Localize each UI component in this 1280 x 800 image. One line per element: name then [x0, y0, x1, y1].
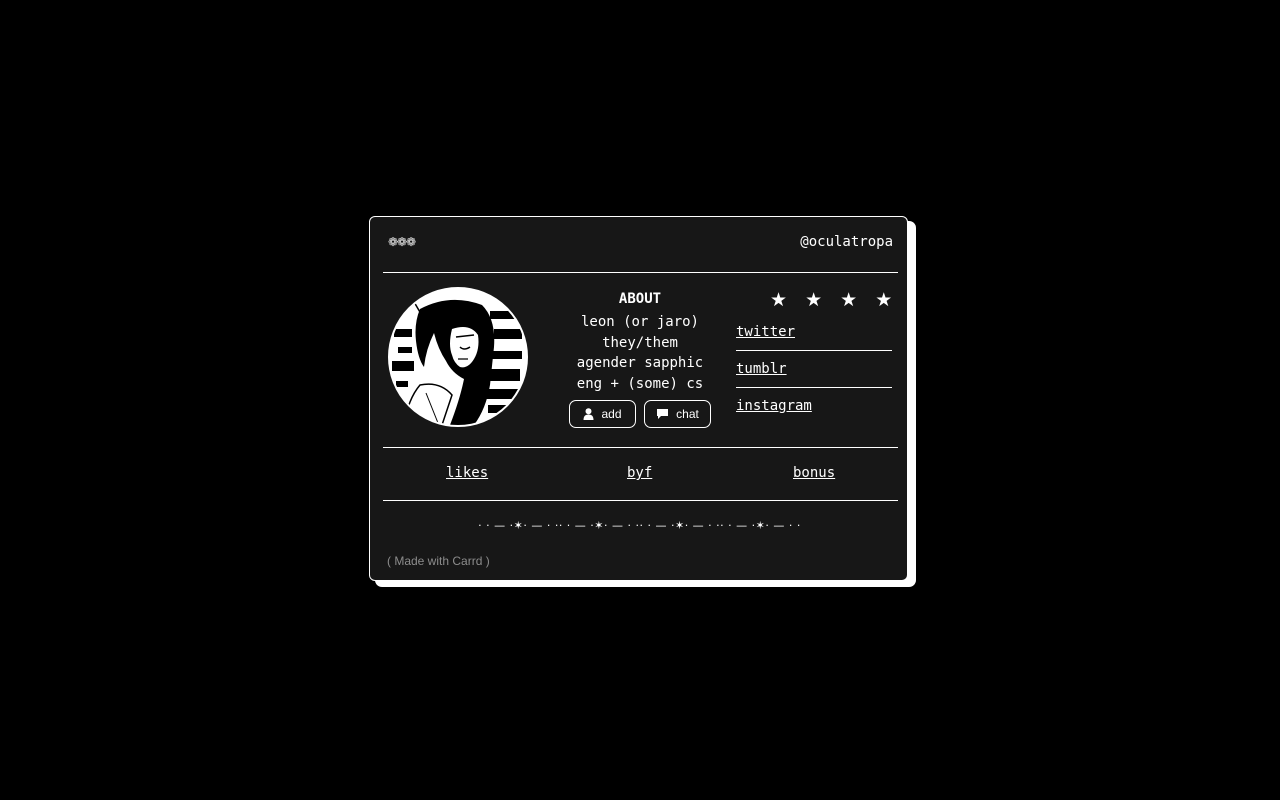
about-identity: agender sapphic — [576, 355, 704, 371]
middle-divider — [383, 447, 898, 448]
about-section: ABOUT leon (or jaro) they/them agender s… — [560, 291, 720, 394]
add-button-label: add — [601, 407, 622, 421]
link-divider — [736, 350, 892, 351]
about-languages: eng + (some) cs — [576, 375, 704, 392]
star-rating: ★ ★ ★ ★ — [770, 289, 899, 311]
header-divider — [383, 272, 898, 273]
speech-bubble-icon — [657, 409, 669, 419]
profile-card: ❁❁❁ @oculatropa ABOUT leon (or jaro) the… — [369, 216, 908, 581]
link-divider — [736, 387, 892, 388]
about-name: leon (or jaro) — [580, 314, 699, 330]
link-tumblr[interactable]: tumblr — [736, 360, 892, 379]
nav-byf[interactable]: byf — [627, 465, 652, 481]
link-instagram[interactable]: instagram — [736, 397, 892, 416]
made-with-carrd-link[interactable]: ( Made with Carrd ) — [387, 554, 490, 568]
user-handle: @oculatropa — [800, 234, 893, 250]
nav-likes[interactable]: likes — [446, 465, 488, 481]
decorative-divider: · · — ·✶· — · ·· · — ·✶· — · ·· · — ·✶· … — [478, 519, 801, 532]
chat-button[interactable]: chat — [644, 400, 711, 428]
nav-bonus[interactable]: bonus — [793, 465, 835, 481]
action-buttons: add chat — [569, 400, 711, 428]
about-pronouns: they/them — [602, 334, 678, 351]
avatar — [388, 287, 528, 427]
flower-icons: ❁❁❁ — [388, 235, 416, 249]
add-button[interactable]: add — [569, 400, 636, 428]
chat-button-label: chat — [676, 407, 699, 421]
link-twitter[interactable]: twitter — [736, 323, 892, 342]
social-links: twitter tumblr instagram — [736, 323, 892, 416]
user-icon — [583, 408, 594, 420]
about-title: ABOUT — [618, 291, 662, 307]
avatar-illustration — [390, 289, 526, 425]
lower-divider — [383, 500, 898, 501]
